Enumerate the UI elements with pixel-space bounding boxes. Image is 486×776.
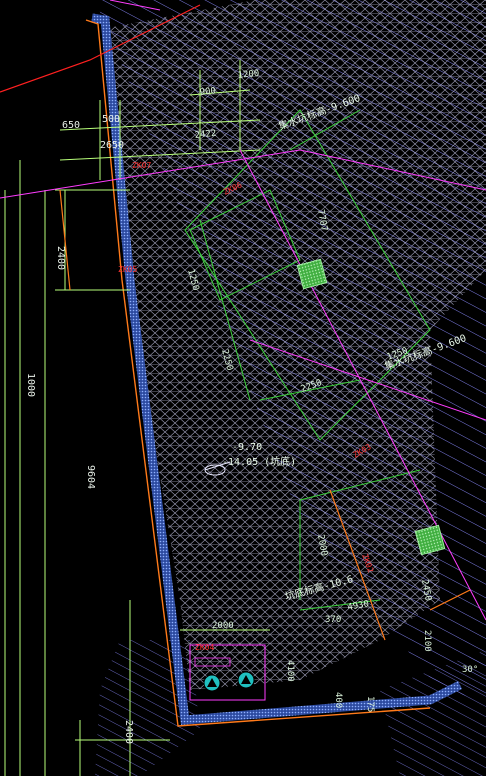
- dim-175: 175: [365, 696, 375, 712]
- red-tag-zk07: ZK07: [132, 161, 151, 170]
- dim-4100: 4100: [285, 660, 295, 682]
- center-elevation-note: -14.05 (坑底): [222, 455, 296, 468]
- dim-650: 650: [62, 120, 80, 131]
- dim-2650: 2650: [100, 140, 124, 151]
- red-tag-zk04: ZK04: [195, 643, 214, 652]
- dim-900: 900: [199, 86, 216, 98]
- center-elevation: -9.70: [232, 442, 262, 453]
- dim-370: 370: [325, 615, 341, 625]
- cad-drawing-canvas[interactable]: 650 500 2650 900 1200 2422 2400 7707 125…: [0, 0, 486, 776]
- red-tag-zk05: ZK05: [118, 265, 137, 274]
- dim-400: 400: [333, 692, 343, 708]
- dim-500: 500: [102, 114, 120, 125]
- dim-1000: 1000: [25, 373, 36, 397]
- dim-2100: 2100: [422, 630, 432, 652]
- dim-2400-left: 2400: [55, 246, 66, 270]
- dim-2000-bot: 2000: [212, 621, 234, 631]
- dim-30-deg: 30°: [462, 665, 478, 675]
- dim-2400-bottom: 2400: [123, 720, 134, 744]
- dim-9604: 9604: [85, 465, 96, 489]
